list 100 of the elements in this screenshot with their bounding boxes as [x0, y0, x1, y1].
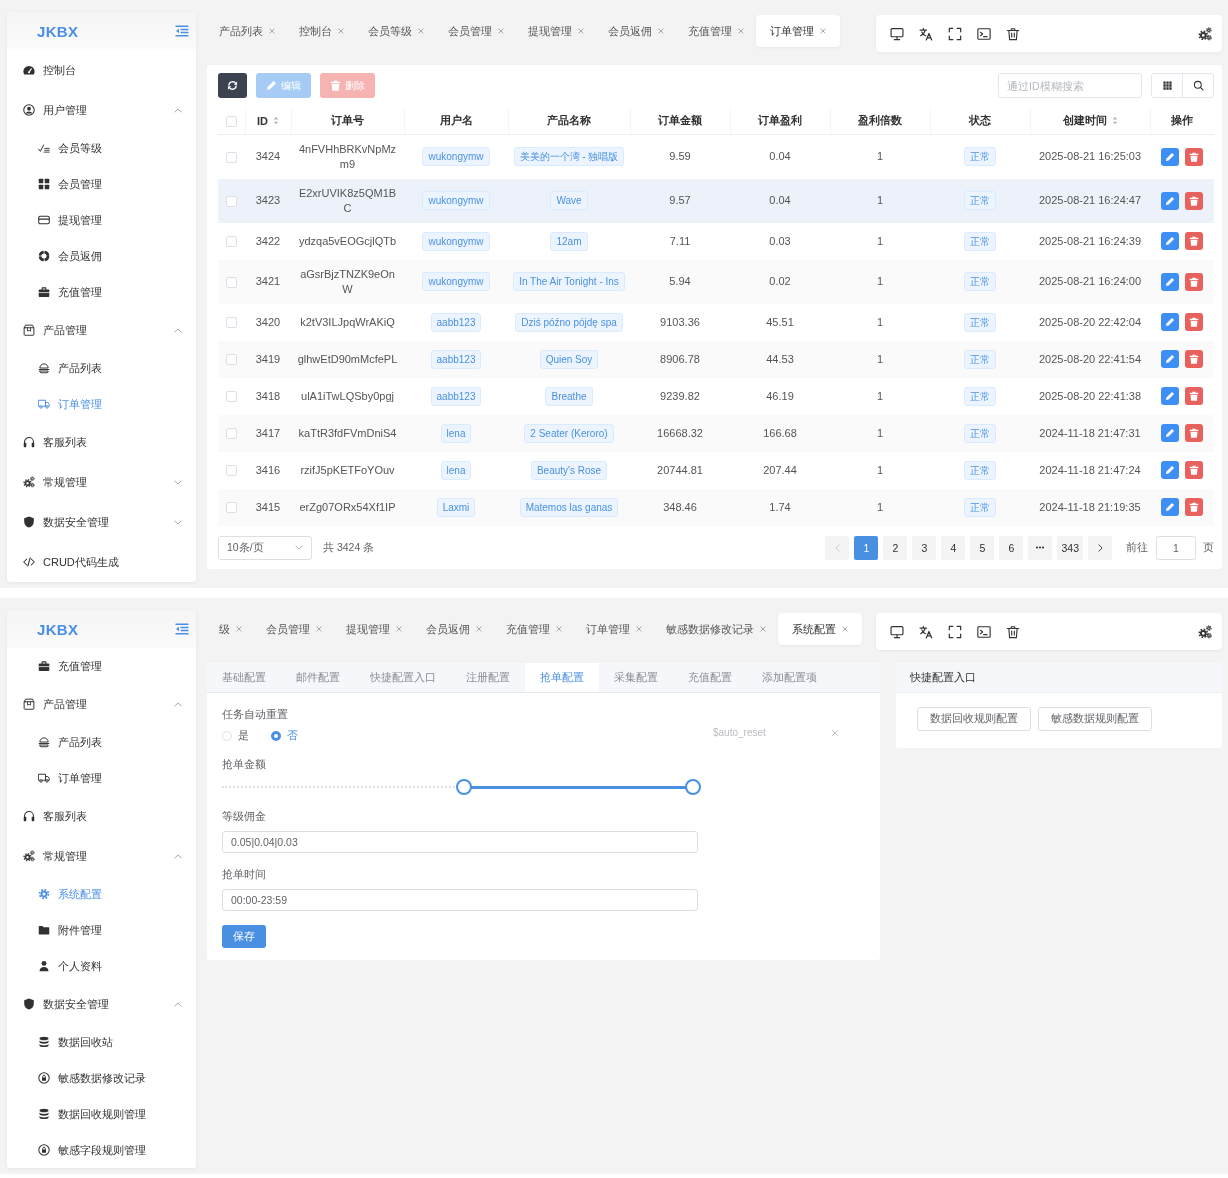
menu-item[interactable]: 附件管理	[7, 912, 196, 948]
close-icon[interactable]	[476, 626, 482, 632]
checkbox[interactable]	[226, 465, 237, 477]
delete-button[interactable]	[1185, 498, 1203, 516]
more-pages-button[interactable]	[1028, 535, 1053, 560]
menu-item[interactable]: CRUD代码生成	[7, 542, 196, 582]
menu-item[interactable]: 产品列表	[7, 350, 196, 386]
page-button[interactable]: 2	[883, 535, 908, 560]
menu-item[interactable]: 敏感字段规则管理	[7, 1132, 196, 1168]
menu-icon[interactable]	[175, 25, 189, 37]
page-size-select[interactable]: 10条/页	[218, 535, 312, 560]
fullscreen-icon[interactable]	[948, 624, 962, 639]
close-icon[interactable]	[578, 28, 584, 34]
edit-button[interactable]	[1161, 461, 1179, 479]
menu-item[interactable]: 会员管理	[7, 166, 196, 202]
menu-item[interactable]: 个人资料	[7, 948, 196, 984]
edit-button[interactable]	[1161, 350, 1179, 368]
chevron-up-icon[interactable]	[174, 327, 182, 333]
menu-item[interactable]: 控制台	[7, 50, 196, 90]
edit-button[interactable]	[1161, 191, 1179, 210]
edit-button[interactable]	[1161, 147, 1179, 166]
checkbox[interactable]	[226, 317, 237, 329]
chevron-up-icon[interactable]	[174, 701, 182, 707]
edit-button[interactable]	[1161, 424, 1179, 442]
terminal-icon[interactable]	[977, 624, 991, 639]
chevron-down-icon[interactable]	[174, 479, 182, 485]
page-button[interactable]: 4	[941, 535, 966, 560]
delete-button[interactable]	[1185, 232, 1203, 250]
shortcut-button[interactable]: 敏感数据规则配置	[1038, 707, 1152, 731]
menu-icon[interactable]	[175, 623, 189, 635]
menu-item[interactable]: 订单管理	[7, 760, 196, 796]
menu-item[interactable]: 用户管理	[7, 90, 196, 130]
text-field[interactable]: 0.05|0.04|0.03	[222, 831, 698, 853]
close-icon[interactable]	[760, 626, 766, 632]
menu-item[interactable]: 客服列表	[7, 796, 196, 836]
page-tab[interactable]: 订单管理	[756, 15, 840, 47]
page-tab[interactable]: 敏感数据修改记录	[654, 613, 778, 645]
sort-icon[interactable]	[1111, 116, 1118, 126]
page-button[interactable]: 3	[912, 535, 937, 560]
menu-item[interactable]: 提现管理	[7, 202, 196, 238]
slider-thumb[interactable]	[685, 779, 702, 795]
close-icon[interactable]	[636, 626, 642, 632]
page-tab[interactable]: 会员管理	[436, 15, 516, 47]
delete-button[interactable]	[1185, 350, 1203, 368]
close-icon[interactable]	[658, 28, 664, 34]
monitor-icon[interactable]	[890, 26, 904, 41]
translate-icon[interactable]	[919, 624, 933, 639]
close-icon[interactable]	[236, 626, 242, 632]
search-field[interactable]: 通过ID模糊搜索	[998, 73, 1142, 98]
page-tab[interactable]: 提现管理	[334, 613, 414, 645]
page-tab[interactable]: 控制台	[287, 15, 356, 47]
checkbox[interactable]	[226, 391, 237, 403]
delete-button[interactable]	[1185, 313, 1203, 331]
page-tab[interactable]: 充值管理	[494, 613, 574, 645]
gears-icon[interactable]	[1198, 624, 1212, 639]
trash-icon[interactable]	[1006, 26, 1020, 41]
checkbox[interactable]	[226, 354, 237, 366]
page-button[interactable]: 6	[999, 535, 1024, 560]
checkbox[interactable]	[226, 502, 237, 514]
page-tab[interactable]: 会员返佣	[414, 613, 494, 645]
page-tab[interactable]: 订单管理	[574, 613, 654, 645]
page-tab[interactable]: 系统配置	[778, 613, 862, 645]
refresh-button[interactable]	[218, 73, 247, 98]
menu-item[interactable]: 敏感数据修改记录	[7, 1060, 196, 1096]
menu-item[interactable]: 数据回收规则管理	[7, 1096, 196, 1132]
checkbox[interactable]	[226, 236, 237, 248]
delete-button[interactable]	[1185, 424, 1203, 442]
menu-item[interactable]: 常规管理	[7, 836, 196, 876]
edit-button[interactable]	[1161, 272, 1179, 291]
chevron-up-icon[interactable]	[174, 853, 182, 859]
delete-button[interactable]	[1185, 387, 1203, 405]
page-input[interactable]: 1	[1156, 535, 1196, 560]
delete-button[interactable]	[1185, 272, 1203, 291]
edit-button[interactable]	[1161, 387, 1179, 405]
edit-button[interactable]	[1161, 232, 1179, 250]
close-icon[interactable]	[418, 28, 424, 34]
close-icon[interactable]	[556, 626, 562, 632]
menu-item[interactable]: 数据安全管理	[7, 984, 196, 1024]
edit-button[interactable]	[1161, 313, 1179, 331]
page-tab[interactable]: 会员返佣	[596, 15, 676, 47]
monitor-icon[interactable]	[890, 624, 904, 639]
terminal-icon[interactable]	[977, 26, 991, 41]
menu-item[interactable]: 数据安全管理	[7, 502, 196, 542]
menu-item[interactable]: 产品管理	[7, 310, 196, 350]
trash-icon[interactable]	[1006, 624, 1020, 639]
radio-icon[interactable]	[271, 731, 281, 741]
delete-button[interactable]	[1185, 191, 1203, 210]
checkbox[interactable]	[226, 195, 237, 207]
menu-item[interactable]: 数据回收站	[7, 1024, 196, 1060]
menu-item[interactable]: 产品管理	[7, 684, 196, 724]
close-icon[interactable]	[738, 28, 744, 34]
menu-item[interactable]: 常规管理	[7, 462, 196, 502]
page-tab[interactable]: 级	[207, 613, 254, 645]
checkbox[interactable]	[226, 276, 237, 288]
close-icon[interactable]	[338, 28, 344, 34]
edit-button[interactable]	[1161, 498, 1179, 516]
menu-item[interactable]: 充值管理	[7, 274, 196, 310]
radio-option[interactable]: 是	[222, 729, 249, 743]
menu-item[interactable]: 订单管理	[7, 386, 196, 422]
grid-view-button[interactable]	[1151, 73, 1183, 98]
